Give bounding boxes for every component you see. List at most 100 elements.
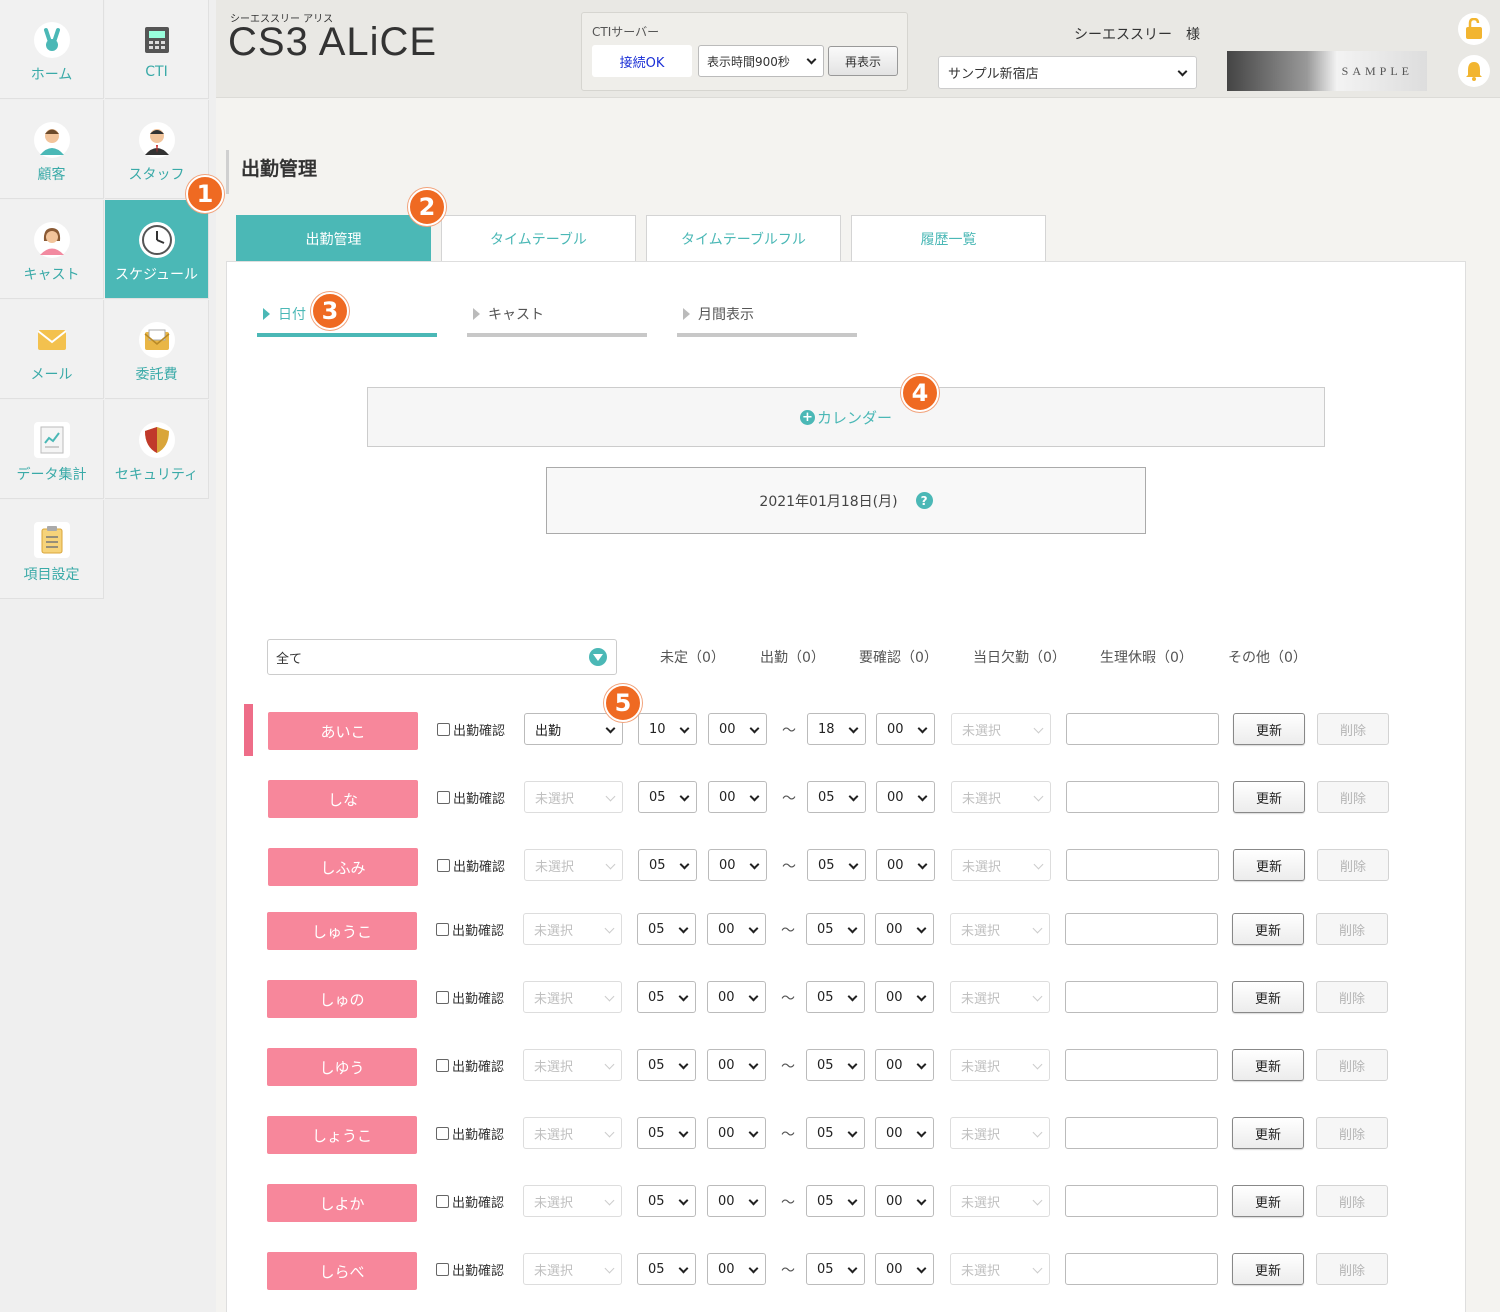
cast-name-button[interactable]: しゆう [267, 1048, 417, 1086]
sidebar-item-mail[interactable]: メール [0, 300, 104, 399]
end-hour-select[interactable]: 18 [807, 713, 866, 745]
delete-button[interactable]: 削除 [1316, 1185, 1388, 1217]
checkbox[interactable] [437, 791, 450, 804]
checkbox[interactable] [436, 1127, 449, 1140]
start-minute-select[interactable]: 00 [707, 1185, 766, 1217]
start-minute-select[interactable]: 00 [707, 1049, 766, 1081]
type-select[interactable]: 未選択 [950, 1117, 1050, 1149]
end-minute-select[interactable]: 00 [875, 1049, 934, 1081]
cast-name-button[interactable]: あいこ [268, 712, 418, 750]
cast-name-button[interactable]: しょうこ [267, 1116, 417, 1154]
delete-button[interactable]: 削除 [1316, 1049, 1388, 1081]
end-hour-select[interactable]: 05 [806, 1253, 865, 1285]
update-button[interactable]: 更新 [1232, 913, 1304, 945]
sidebar-item-customer[interactable]: 顧客 [0, 100, 104, 199]
subtab-cast[interactable]: キャスト [467, 300, 647, 337]
memo-input[interactable] [1066, 781, 1219, 813]
status-select[interactable]: 未選択 [524, 849, 623, 881]
type-select[interactable]: 未選択 [950, 1049, 1050, 1081]
start-minute-select[interactable]: 00 [707, 1117, 766, 1149]
tab-timetable-full[interactable]: タイムテーブルフル [646, 215, 841, 261]
type-select[interactable]: 未選択 [950, 1253, 1050, 1285]
end-minute-select[interactable]: 00 [875, 913, 934, 945]
status-select[interactable]: 未選択 [523, 913, 622, 945]
brand-logo[interactable]: CS3 ALiCE [228, 20, 437, 65]
memo-input[interactable] [1066, 713, 1219, 745]
end-minute-select[interactable]: 00 [875, 1185, 934, 1217]
cast-name-button[interactable]: しらべ [267, 1252, 417, 1290]
start-minute-select[interactable]: 00 [707, 1253, 766, 1285]
attendance-check[interactable]: 出勤確認 [437, 856, 505, 875]
attendance-check[interactable]: 出勤確認 [437, 720, 505, 739]
delete-button[interactable]: 削除 [1316, 981, 1388, 1013]
update-button[interactable]: 更新 [1232, 1185, 1304, 1217]
start-minute-select[interactable]: 00 [707, 981, 766, 1013]
end-minute-select[interactable]: 00 [876, 781, 935, 813]
checkbox[interactable] [436, 1263, 449, 1276]
attendance-check[interactable]: 出勤確認 [436, 1124, 504, 1143]
end-hour-select[interactable]: 05 [807, 849, 866, 881]
tab-timetable[interactable]: タイムテーブル [441, 215, 636, 261]
checkbox[interactable] [436, 923, 449, 936]
attendance-check[interactable]: 出勤確認 [437, 788, 505, 807]
start-hour-select[interactable]: 05 [637, 913, 696, 945]
start-minute-select[interactable]: 00 [708, 781, 767, 813]
start-hour-select[interactable]: 05 [637, 1253, 696, 1285]
sidebar-item-commission[interactable]: 委託費 [105, 300, 209, 399]
start-hour-select[interactable]: 05 [638, 781, 697, 813]
memo-input[interactable] [1065, 981, 1218, 1013]
type-select[interactable]: 未選択 [950, 1185, 1050, 1217]
delete-button[interactable]: 削除 [1316, 1253, 1388, 1285]
start-hour-select[interactable]: 10 [638, 713, 697, 745]
calendar-toggle[interactable]: + カレンダー [367, 387, 1325, 447]
subtab-monthly[interactable]: 月間表示 [677, 300, 857, 337]
delete-button[interactable]: 削除 [1316, 1117, 1388, 1149]
attendance-check[interactable]: 出勤確認 [436, 920, 504, 939]
update-button[interactable]: 更新 [1232, 1049, 1304, 1081]
checkbox[interactable] [436, 1195, 449, 1208]
type-select[interactable]: 未選択 [950, 981, 1050, 1013]
attendance-check[interactable]: 出勤確認 [436, 988, 504, 1007]
end-minute-select[interactable]: 00 [875, 1117, 934, 1149]
status-select[interactable]: 未選択 [523, 1049, 622, 1081]
status-select[interactable]: 未選択 [523, 1117, 622, 1149]
type-select[interactable]: 未選択 [951, 781, 1051, 813]
cast-name-button[interactable]: しよか [267, 1184, 417, 1222]
start-hour-select[interactable]: 05 [638, 849, 697, 881]
memo-input[interactable] [1065, 1253, 1218, 1285]
sidebar-item-cti[interactable]: CTI [105, 0, 209, 99]
sidebar-item-data[interactable]: データ集計 [0, 400, 104, 499]
update-button[interactable]: 更新 [1233, 849, 1305, 881]
memo-input[interactable] [1066, 849, 1219, 881]
update-button[interactable]: 更新 [1232, 1253, 1304, 1285]
start-minute-select[interactable]: 00 [708, 713, 767, 745]
end-minute-select[interactable]: 00 [875, 981, 934, 1013]
type-select[interactable]: 未選択 [950, 913, 1050, 945]
start-hour-select[interactable]: 05 [637, 981, 696, 1013]
end-minute-select[interactable]: 00 [876, 713, 935, 745]
cast-name-button[interactable]: しゅうこ [267, 912, 417, 950]
update-button[interactable]: 更新 [1232, 981, 1304, 1013]
end-hour-select[interactable]: 05 [807, 781, 866, 813]
status-select[interactable]: 未選択 [524, 781, 623, 813]
delete-button[interactable]: 削除 [1316, 913, 1388, 945]
end-hour-select[interactable]: 05 [806, 1117, 865, 1149]
delete-button[interactable]: 削除 [1317, 713, 1389, 745]
delete-button[interactable]: 削除 [1317, 781, 1389, 813]
attendance-check[interactable]: 出勤確認 [436, 1260, 504, 1279]
status-select[interactable]: 未選択 [523, 1253, 622, 1285]
end-minute-select[interactable]: 00 [876, 849, 935, 881]
sidebar-item-home[interactable]: ホーム [0, 0, 104, 99]
start-hour-select[interactable]: 05 [637, 1049, 696, 1081]
status-filter-select[interactable]: 全て [267, 639, 617, 675]
checkbox[interactable] [436, 991, 449, 1004]
sidebar-item-schedule[interactable]: スケジュール [105, 200, 209, 299]
sidebar-item-cast[interactable]: キャスト [0, 200, 104, 299]
cti-interval-select[interactable]: 表示時間900秒 [698, 45, 824, 77]
cast-name-button[interactable]: しふみ [268, 848, 418, 886]
start-minute-select[interactable]: 00 [708, 849, 767, 881]
store-select[interactable]: サンプル新宿店 [938, 56, 1197, 89]
cast-name-button[interactable]: しな [268, 780, 418, 818]
update-button[interactable]: 更新 [1233, 781, 1305, 813]
start-minute-select[interactable]: 00 [707, 913, 766, 945]
